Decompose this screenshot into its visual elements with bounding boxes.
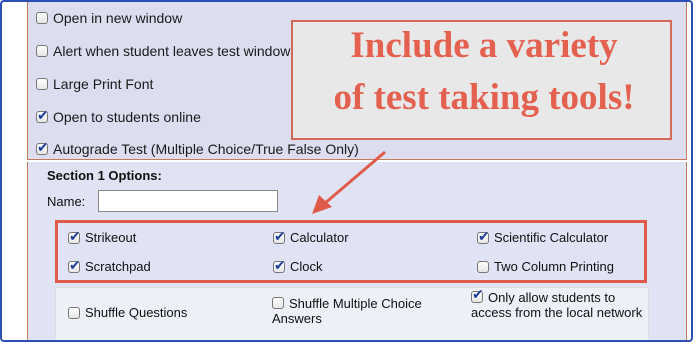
callout-arrow-icon [312, 150, 386, 214]
window-frame: Open in new window Alert when student le… [0, 0, 693, 342]
